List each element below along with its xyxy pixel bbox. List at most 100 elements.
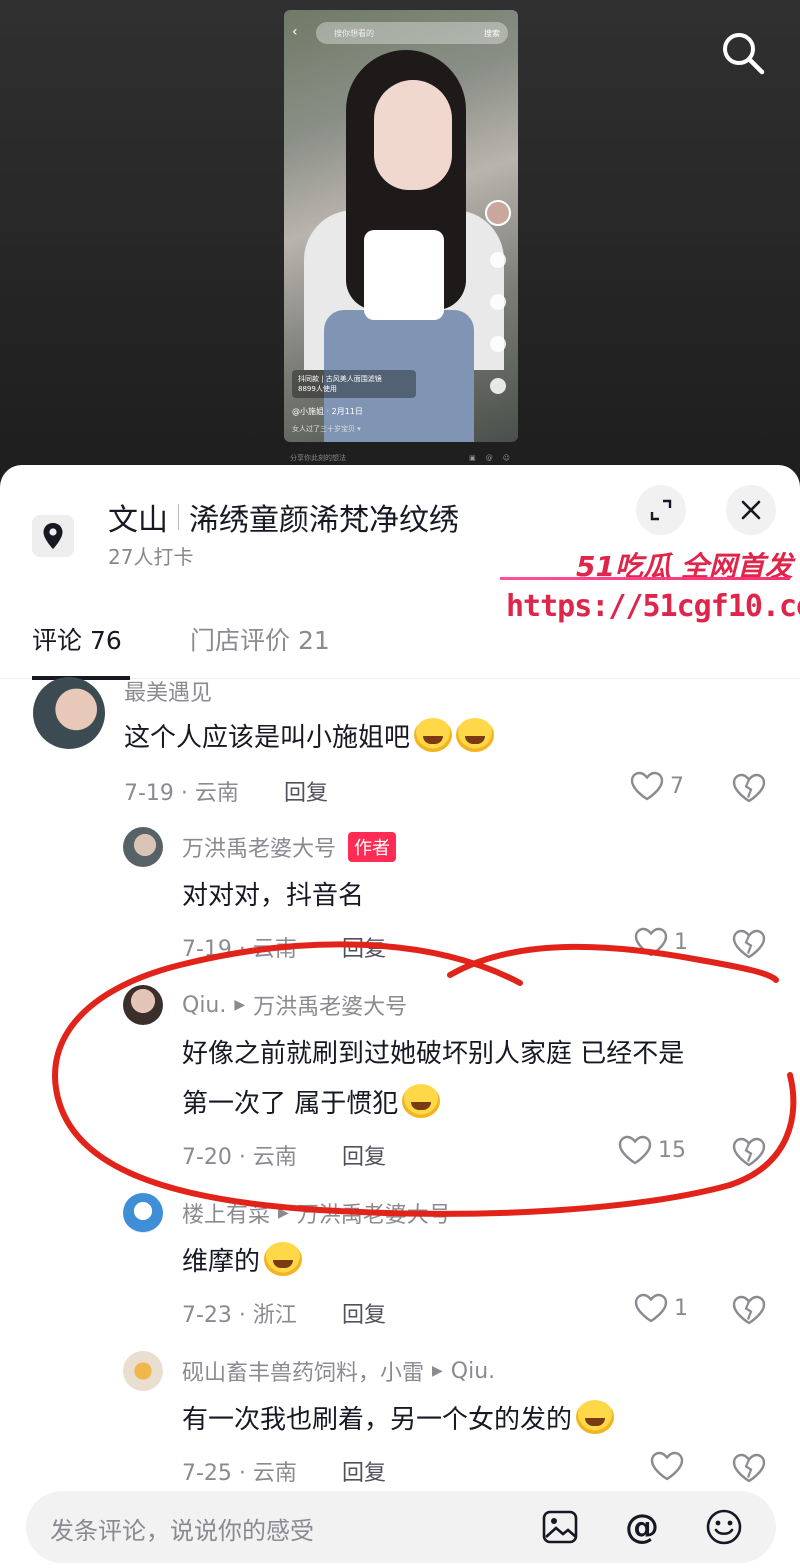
- comment-text: 好像之前就刷到过她破坏别人家庭 已经不是 第一次了 属于惯犯: [182, 1029, 684, 1129]
- video-search-button[interactable]: 搜索: [484, 28, 500, 39]
- like-button[interactable]: 1: [634, 1293, 688, 1323]
- close-button[interactable]: [726, 485, 776, 535]
- broken-heart-icon: [732, 1137, 766, 1167]
- heart-icon: [630, 771, 664, 801]
- watermark-divider: [500, 577, 790, 580]
- comment-author-name: Qiu.: [182, 992, 227, 1018]
- comment-text-content: 这个人应该是叫小施姐吧: [124, 723, 411, 753]
- video-username[interactable]: @小施姐 · 2月11日: [292, 406, 363, 417]
- heart-icon: [618, 1135, 652, 1165]
- author-badge: 作者: [348, 832, 397, 862]
- dislike-button[interactable]: [732, 1137, 766, 1171]
- like-button[interactable]: 1: [634, 927, 688, 957]
- comment-sheet: 文山 浠绣童颜浠梵净纹绣 27人打卡 51吃瓜 全网首发 https://51c…: [0, 465, 800, 1568]
- video-preview[interactable]: ‹ 搜你想看的 搜索 抖同款 | 古风美人面围滤镜 8899人使用 @小施姐 ·…: [284, 10, 518, 442]
- location-divider: [178, 504, 179, 530]
- comment-author[interactable]: 砚山畜丰兽药饲料，小雷 ▶ Qiu.: [182, 1355, 495, 1387]
- comment-date: 7-25 · 云南: [182, 1461, 297, 1486]
- tab-store-reviews[interactable]: 门店评价 21: [190, 621, 330, 657]
- reply-arrow-icon: ▶: [432, 1363, 443, 1379]
- comment-date: 7-23 · 浙江: [182, 1303, 297, 1328]
- tab-comments[interactable]: 评论 76: [32, 621, 122, 657]
- avatar[interactable]: [123, 985, 163, 1025]
- video-like-icon[interactable]: [490, 252, 506, 268]
- video-effect-tag[interactable]: 抖同款 | 古风美人面围滤镜 8899人使用: [292, 370, 416, 398]
- expand-button[interactable]: [636, 485, 686, 535]
- laughing-crying-emoji-icon: [414, 718, 453, 752]
- comment-text-line2-wrap: 第一次了 属于惯犯: [182, 1079, 684, 1129]
- video-share-icon[interactable]: [490, 378, 506, 394]
- video-effect-sub: 8899人使用: [298, 385, 337, 393]
- search-icon[interactable]: [720, 30, 766, 76]
- comment-input-placeholder: 发条评论，说说你的感受: [50, 1517, 314, 1545]
- location-title[interactable]: 文山 浠绣童颜浠梵净纹绣: [108, 495, 459, 539]
- video-figure-top: [364, 230, 444, 320]
- avatar[interactable]: [123, 1351, 163, 1391]
- at-icon[interactable]: @: [622, 1507, 662, 1547]
- like-count: 1: [674, 1295, 688, 1321]
- comment-author[interactable]: 最美遇见: [124, 675, 212, 707]
- tab-bar: 评论 76 门店评价 21: [0, 615, 800, 680]
- location-pin-icon: [32, 515, 74, 557]
- dislike-button[interactable]: [732, 1295, 766, 1329]
- video-comment-icon[interactable]: [490, 294, 506, 310]
- reply-arrow-icon: ▶: [234, 997, 246, 1013]
- avatar[interactable]: [123, 1193, 163, 1233]
- dislike-button[interactable]: [732, 929, 766, 963]
- video-author-avatar[interactable]: [485, 200, 511, 226]
- video-figure-face: [374, 80, 452, 190]
- image-icon[interactable]: [540, 1507, 580, 1547]
- comment-date: 7-20 · 云南: [182, 1145, 297, 1170]
- grinning-sweat-emoji-icon: [576, 1400, 615, 1434]
- comment-author-name: 万洪禹老婆大号: [182, 837, 337, 862]
- comment-reply-to: 万洪禹老婆大号: [296, 1203, 451, 1228]
- location-city: 文山: [108, 503, 168, 538]
- reply-button[interactable]: 回复: [284, 775, 328, 807]
- laughing-emoji-icon: [402, 1084, 441, 1118]
- comment-author-name: 楼上有菜: [182, 1203, 271, 1228]
- dislike-button[interactable]: [732, 773, 766, 807]
- comment-reply-to: 万洪禹老婆大号: [253, 995, 408, 1020]
- comment-date: 7-19 · 云南: [124, 781, 239, 806]
- video-back-icon[interactable]: ‹: [292, 24, 298, 40]
- like-button[interactable]: 15: [618, 1135, 686, 1165]
- comment-author-name: 最美遇见: [124, 681, 213, 706]
- avatar[interactable]: [123, 827, 163, 867]
- comment-date: 7-19 · 云南: [182, 937, 297, 962]
- comment-text-line2: 第一次了 属于惯犯: [182, 1089, 399, 1119]
- comment-text-line1: 好像之前就刷到过她破坏别人家庭 已经不是: [182, 1039, 685, 1069]
- comment-author[interactable]: Qiu. ▶ 万洪禹老婆大号: [182, 989, 407, 1021]
- location-name: 浠绣童颜浠梵净纹绣: [189, 503, 459, 538]
- comment-text: 对对对，抖音名: [182, 881, 365, 911]
- reply-button[interactable]: 回复: [342, 1139, 386, 1171]
- reply-arrow-icon: ▶: [278, 1205, 289, 1221]
- video-share-placeholder: 分享你此刻的想法: [290, 454, 346, 462]
- comment-author-name: 砚山畜丰兽药饲料，小雷: [182, 1361, 425, 1386]
- comment-author[interactable]: 万洪禹老婆大号 作者: [182, 831, 397, 863]
- like-count: 1: [674, 929, 688, 955]
- comment-text-content: 维摩的: [182, 1247, 261, 1277]
- dislike-button[interactable]: [732, 1453, 766, 1487]
- image-icon: ▣: [469, 454, 476, 462]
- comment-text: 维摩的: [182, 1237, 303, 1287]
- reply-button[interactable]: 回复: [342, 1297, 386, 1329]
- like-button[interactable]: [650, 1451, 684, 1481]
- comment-input-bar[interactable]: 发条评论，说说你的感受 @: [26, 1491, 776, 1563]
- like-button[interactable]: 7: [630, 771, 684, 801]
- comment-reply-to: Qiu.: [450, 1358, 496, 1384]
- video-search-bar[interactable]: 搜你想看的 搜索: [316, 22, 508, 44]
- video-favorite-icon[interactable]: [490, 336, 506, 352]
- avatar[interactable]: [33, 677, 105, 749]
- emoji-icon[interactable]: [704, 1507, 744, 1547]
- reply-button[interactable]: 回复: [342, 931, 386, 963]
- expand-icon: [650, 499, 672, 521]
- comment-author[interactable]: 楼上有菜 ▶ 万洪禹老婆大号: [182, 1197, 451, 1229]
- grinning-sweat-emoji-icon: [264, 1242, 303, 1276]
- at-icon: @: [485, 454, 493, 462]
- location-checkins: 27人打卡: [108, 545, 194, 569]
- reply-button[interactable]: 回复: [342, 1455, 386, 1487]
- comment-text-content: 有一次我也刷着，另一个女的发的: [182, 1405, 573, 1435]
- like-count: 7: [670, 773, 684, 799]
- like-count: 15: [658, 1137, 686, 1163]
- close-icon: [741, 500, 761, 520]
